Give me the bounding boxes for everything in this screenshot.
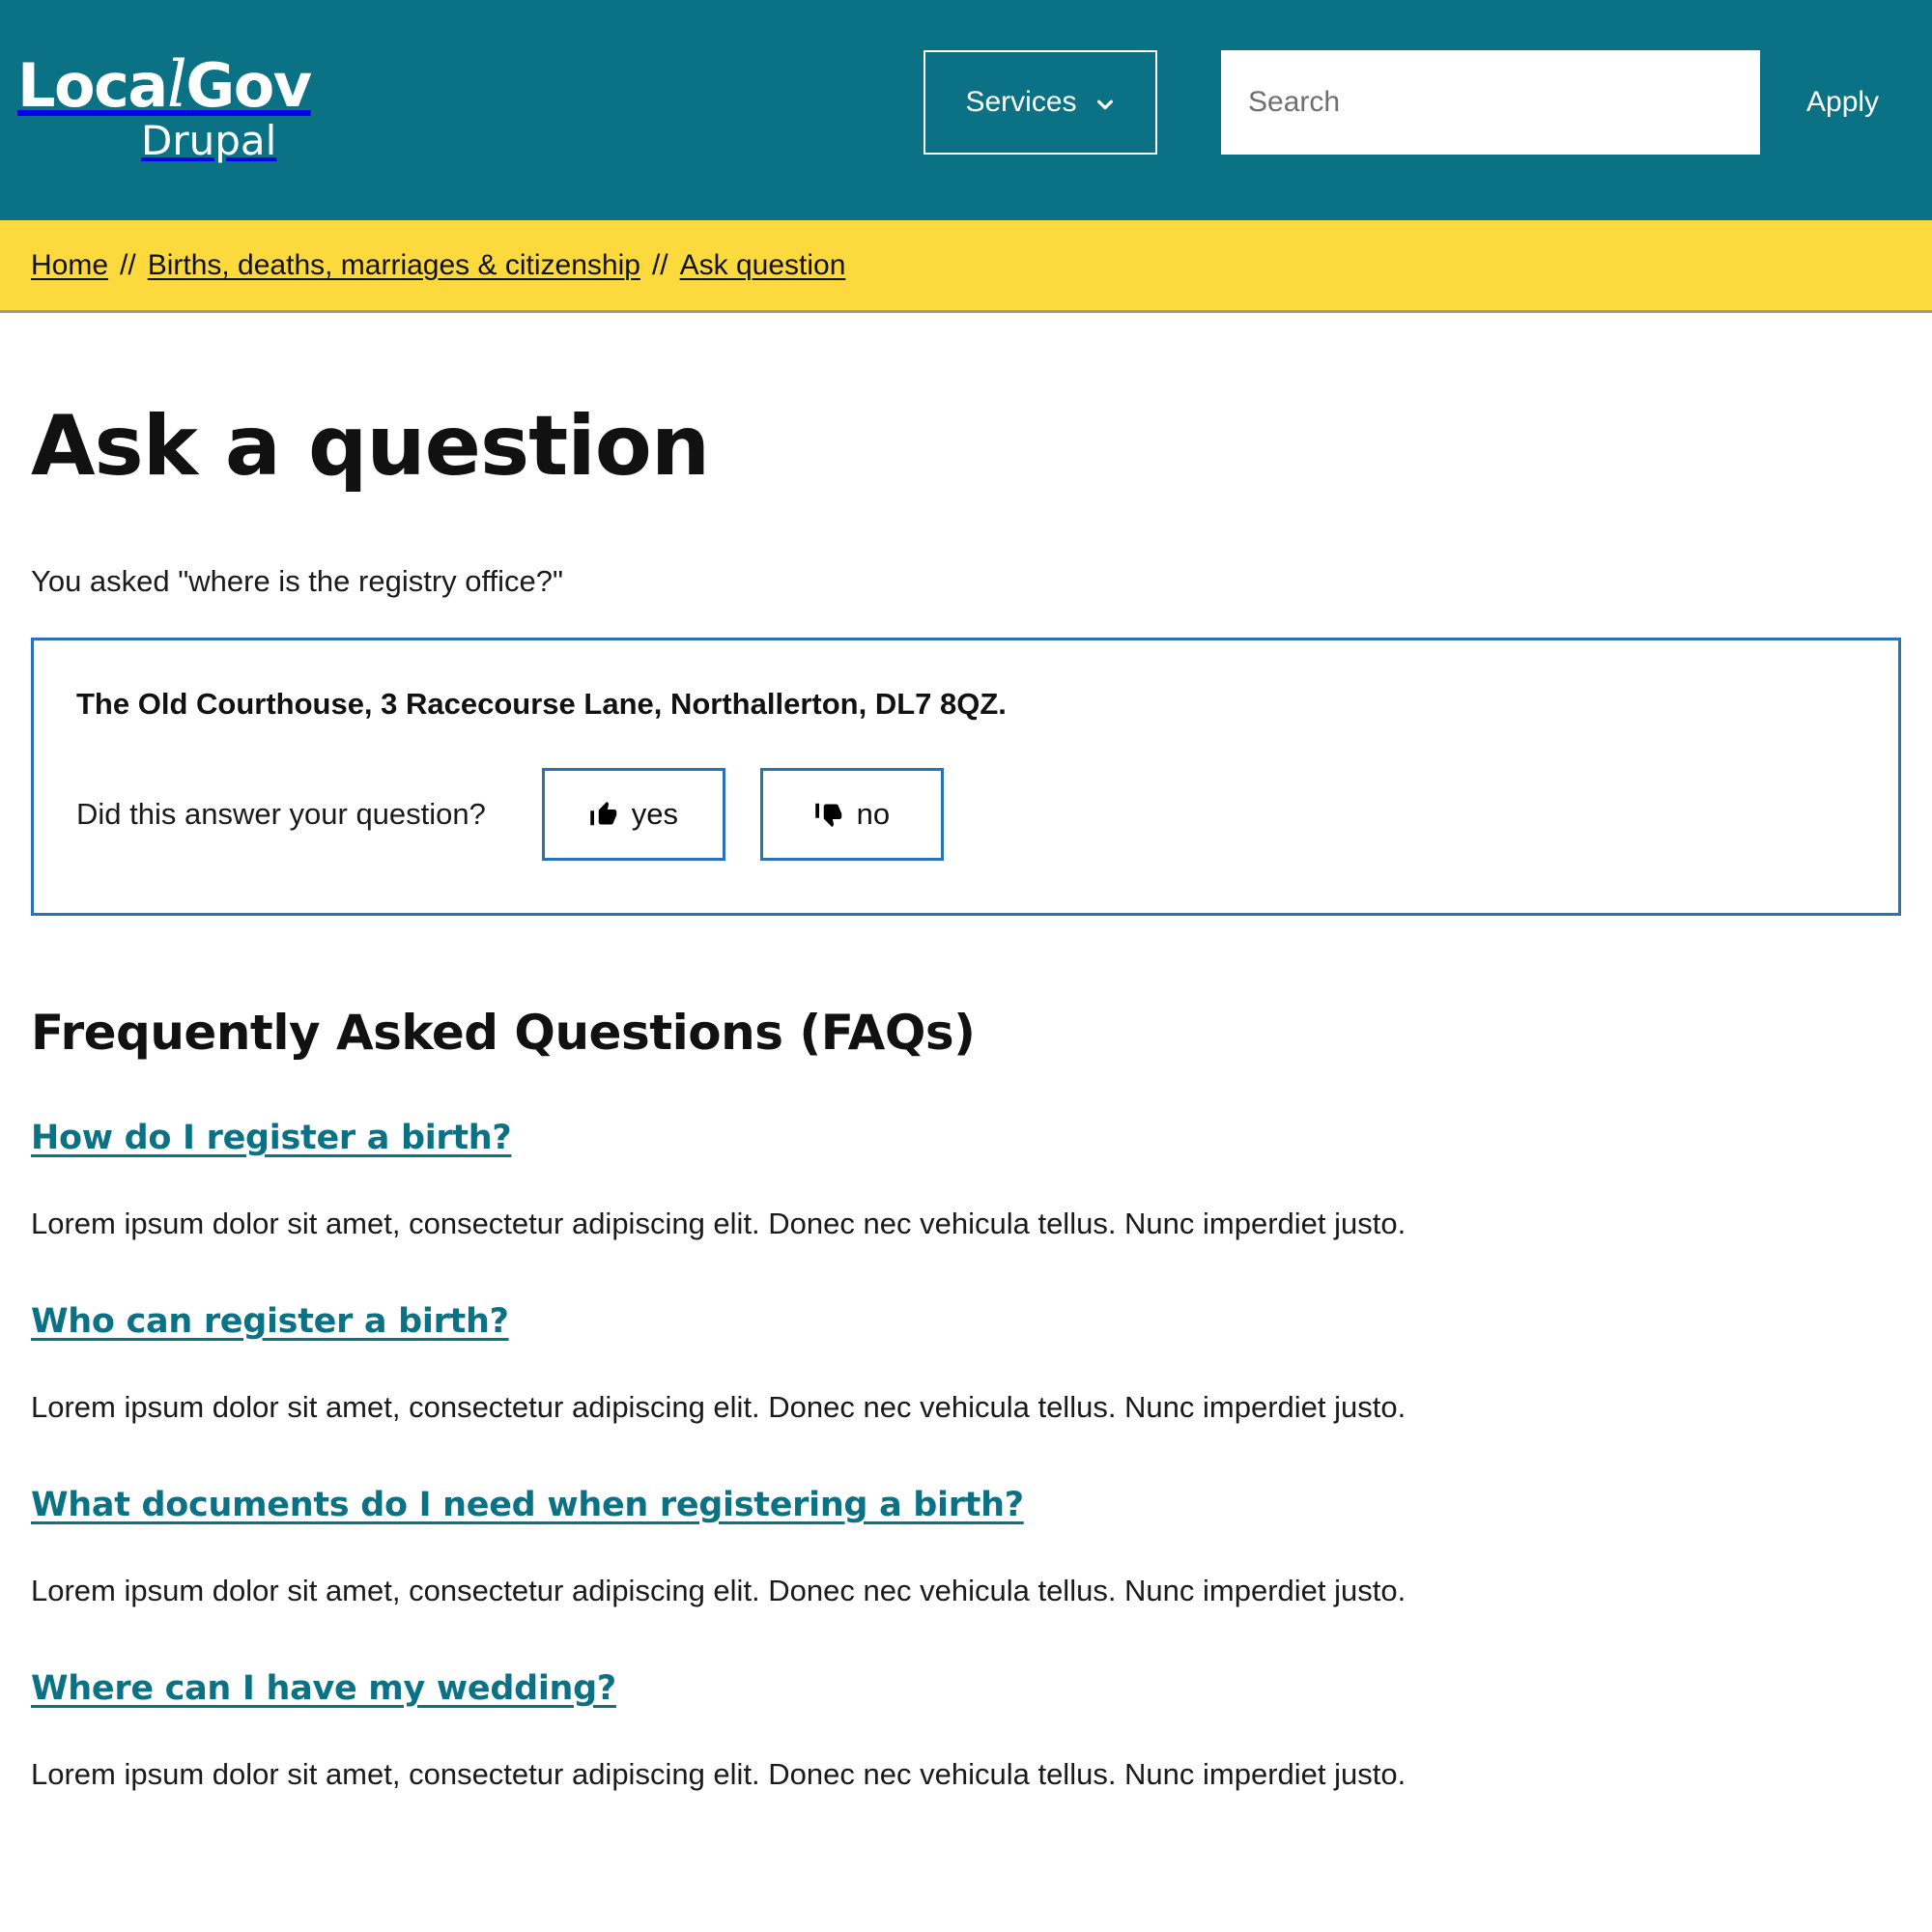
site-logo[interactable]: LocalGov Drupal: [17, 53, 312, 164]
feedback-no-label: no: [856, 797, 891, 831]
thumbs-up-icon: [589, 800, 618, 829]
faq-question-link[interactable]: Where can I have my wedding?: [31, 1669, 616, 1708]
breadcrumb-separator: //: [651, 248, 668, 281]
logo-script-l: l: [166, 47, 187, 122]
breadcrumb-separator: //: [120, 248, 136, 281]
logo-text-part-2: Gov: [185, 50, 312, 121]
feedback-label: Did this answer your question?: [76, 797, 486, 831]
apply-button[interactable]: Apply: [1799, 76, 1887, 128]
feedback-yes-label: yes: [631, 797, 679, 831]
services-button-label: Services: [965, 86, 1077, 118]
logo-text-part-1: Loca: [17, 50, 168, 121]
faq-item: How do I register a birth? Lorem ipsum d…: [31, 1119, 1901, 1244]
feedback-yes-button[interactable]: yes: [541, 768, 725, 861]
logo-primary-text: LocalGov: [17, 53, 312, 117]
faq-section-heading: Frequently Asked Questions (FAQs): [31, 1005, 976, 1061]
header-tools: Services Apply: [923, 50, 1887, 155]
asked-question-text: You asked "where is the registry office?…: [31, 564, 564, 598]
faq-question-link[interactable]: What documents do I need when registerin…: [31, 1486, 1024, 1524]
faq-answer-text: Lorem ipsum dolor sit amet, consectetur …: [31, 1389, 1406, 1424]
breadcrumb-item-ask-question[interactable]: Ask question: [680, 249, 846, 282]
feedback-no-button[interactable]: no: [759, 768, 944, 861]
answer-panel: The Old Courthouse, 3 Racecourse Lane, N…: [31, 638, 1901, 916]
faq-question-link[interactable]: How do I register a birth?: [31, 1119, 512, 1157]
logo-secondary-text: Drupal: [141, 117, 277, 164]
faq-item: Who can register a birth? Lorem ipsum do…: [31, 1302, 1901, 1428]
chevron-down-icon: [1094, 94, 1116, 115]
faq-answer-text: Lorem ipsum dolor sit amet, consectetur …: [31, 1573, 1406, 1607]
breadcrumb-bar: Home // Births, deaths, marriages & citi…: [0, 220, 1932, 313]
faq-item: What documents do I need when registerin…: [31, 1486, 1901, 1611]
services-dropdown-button[interactable]: Services: [923, 50, 1157, 155]
breadcrumb-item-births-deaths-marriages[interactable]: Births, deaths, marriages & citizenship: [148, 249, 640, 282]
breadcrumb: Home // Births, deaths, marriages & citi…: [31, 249, 845, 282]
answer-text: The Old Courthouse, 3 Racecourse Lane, N…: [76, 687, 1007, 721]
main-content: Ask a question You asked "where is the r…: [0, 398, 1932, 1794]
faq-question-link[interactable]: Who can register a birth?: [31, 1302, 509, 1341]
feedback-row: Did this answer your question? yes no: [76, 768, 1856, 861]
search-input[interactable]: [1221, 50, 1760, 155]
faq-item: Where can I have my wedding? Lorem ipsum…: [31, 1669, 1901, 1795]
breadcrumb-item-home[interactable]: Home: [31, 249, 108, 282]
faq-answer-text: Lorem ipsum dolor sit amet, consectetur …: [31, 1207, 1406, 1240]
thumbs-down-icon: [814, 800, 843, 829]
site-header: LocalGov Drupal Services Apply: [0, 0, 1932, 220]
page-title: Ask a question: [31, 398, 710, 495]
faq-answer-text: Lorem ipsum dolor sit amet, consectetur …: [31, 1756, 1406, 1791]
